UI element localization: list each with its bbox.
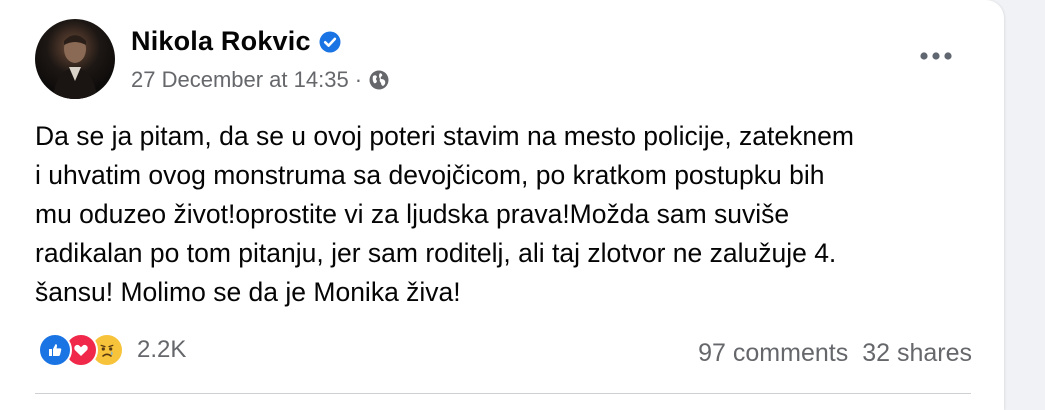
more-options-button[interactable] (908, 36, 964, 76)
post-card: Nikola Rokvic 27 December at 14:35 · Da … (0, 0, 1004, 410)
globe-icon[interactable] (368, 69, 390, 91)
actions-divider (35, 393, 971, 394)
more-options-icon (920, 52, 952, 60)
avatar-photo-icon (53, 35, 97, 99)
engagement-stats: 97 comments 32 shares (698, 339, 972, 368)
shares-count-link[interactable]: 32 shares (862, 339, 972, 368)
author-avatar[interactable] (35, 19, 115, 99)
post-timestamp[interactable]: 27 December at 14:35 (131, 67, 349, 93)
post-meta: 27 December at 14:35 · (131, 67, 390, 93)
post-text: Da se ja pitam, da se u ovoj poteri stav… (35, 121, 854, 307)
reactions-summary[interactable]: 2.2K (38, 333, 186, 367)
comments-count-link[interactable]: 97 comments (698, 339, 848, 368)
like-icon (38, 333, 72, 367)
reaction-count: 2.2K (137, 336, 187, 363)
verified-badge-icon (319, 31, 341, 53)
author-name[interactable]: Nikola Rokvic (131, 26, 311, 57)
author-row: Nikola Rokvic (131, 26, 341, 57)
meta-separator: · (354, 67, 363, 92)
